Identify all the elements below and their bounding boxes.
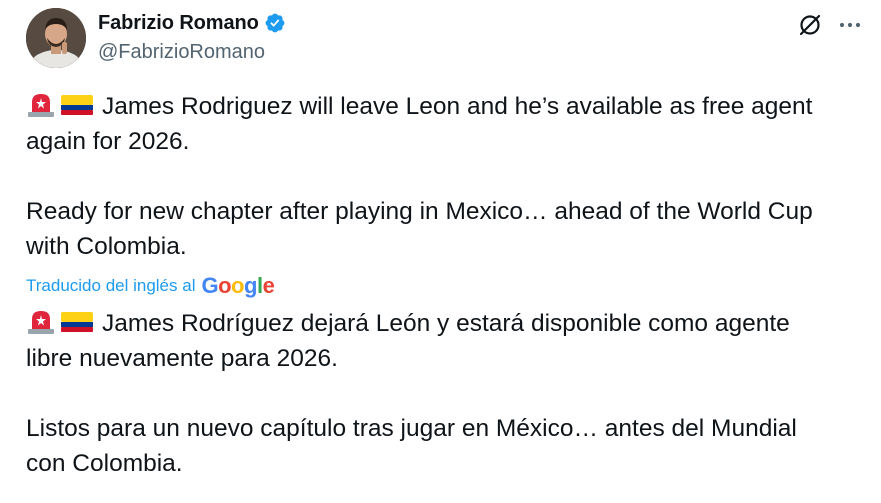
tweet-text-line: libre nuevamente para 2026. [26, 345, 338, 372]
avatar-image [26, 8, 86, 68]
tweet-text-line: again for 2026. [26, 128, 190, 155]
police-light-emoji [28, 94, 54, 117]
police-light-emoji [28, 311, 54, 334]
tweet-paragraph: James Rodriguez will leave Leon and he’s… [26, 89, 866, 159]
tweet-text-line: con Colombia. [26, 450, 183, 477]
tweet-text-line: James Rodríguez dejará León y estará dis… [102, 310, 790, 337]
tweet-text-original: James Rodriguez will leave Leon and he’s… [26, 89, 866, 264]
author-name-row: Fabrizio Romano [98, 10, 286, 36]
tweet-actions [797, 12, 863, 38]
tweet-text-line: James Rodriguez will leave Leon and he’s… [102, 93, 813, 120]
avatar[interactable] [26, 8, 86, 68]
author-info: Fabrizio Romano @FabrizioRomano [98, 10, 286, 64]
tweet-text-translated: James Rodríguez dejará León y estará dis… [26, 306, 866, 481]
grok-icon[interactable] [797, 12, 823, 38]
translation-attribution[interactable]: Traducido del inglés al Google [26, 273, 275, 299]
colombia-flag-emoji [61, 95, 93, 115]
colombia-flag-emoji [61, 312, 93, 332]
handle[interactable]: @FabrizioRomano [98, 41, 286, 64]
verified-badge-icon [265, 13, 285, 33]
tweet-text-line: with Colombia. [26, 233, 187, 260]
tweet-text-line: Ready for new chapter after playing in M… [26, 198, 813, 225]
more-options-icon[interactable] [837, 12, 863, 38]
display-name[interactable]: Fabrizio Romano [98, 12, 259, 35]
tweet-paragraph: Listos para un nuevo capítulo tras jugar… [26, 411, 866, 481]
google-logo: Google [201, 273, 275, 298]
tweet-paragraph: James Rodríguez dejará León y estará dis… [26, 306, 866, 376]
tweet-card: Fabrizio Romano @FabrizioRomano James Ro… [0, 0, 881, 503]
translation-label: Traducido del inglés al [26, 276, 196, 295]
tweet-paragraph: Ready for new chapter after playing in M… [26, 194, 866, 264]
tweet-text-line: Listos para un nuevo capítulo tras jugar… [26, 415, 797, 442]
